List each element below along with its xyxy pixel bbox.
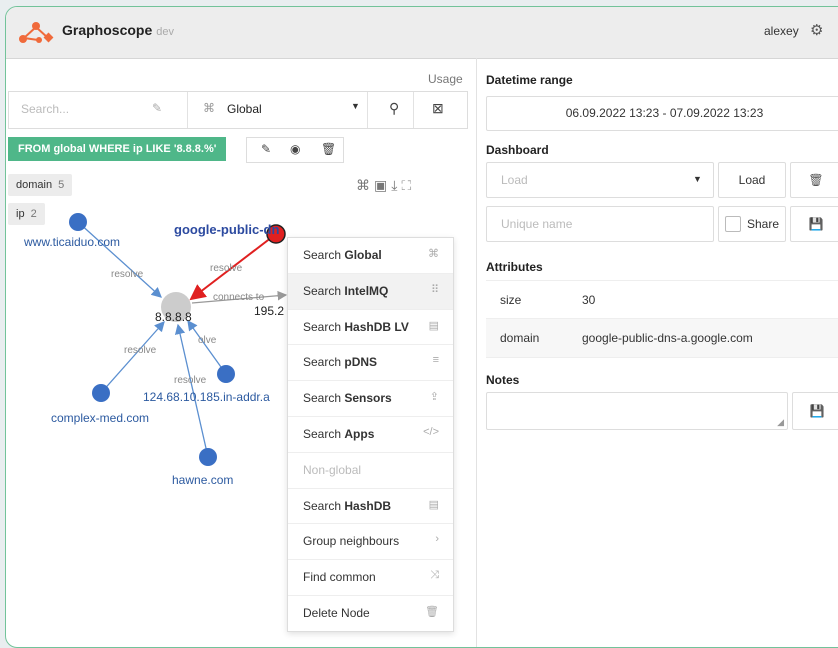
share-checkbox[interactable]	[725, 216, 741, 232]
username[interactable]: alexey	[764, 24, 799, 38]
menu-item-label: Find common	[303, 570, 376, 585]
menu-header-non-global: Non-global	[288, 453, 453, 489]
node-label: hawne.com	[172, 473, 234, 487]
menu-item-source: Sensors	[344, 391, 392, 406]
menu-item-source: Global	[344, 248, 382, 262]
save-icon[interactable]: 💾	[792, 392, 838, 430]
collapse-icon: ⌘	[428, 248, 439, 260]
menu-item-source: HashDB LV	[344, 319, 409, 334]
menu-item-label: Group neighbours	[303, 534, 400, 549]
dashboard-label: Dashboard	[486, 143, 549, 157]
menu-item-search-pdns[interactable]: Search pDNS ≡	[288, 345, 453, 382]
notes-textarea[interactable]: ◢	[486, 392, 788, 430]
dashboard-select-placeholder: Load	[501, 173, 528, 187]
trash-icon: 🗑	[425, 605, 439, 618]
save-icon[interactable]: 💾	[790, 206, 838, 242]
menu-item-source: HashDB	[344, 498, 392, 513]
menu-item-search-sensors[interactable]: Search Sensors ⇪	[288, 381, 453, 417]
menu-item-label: Search	[303, 319, 342, 334]
id-card-icon: ▤	[428, 498, 439, 511]
menu-item-source: pDNS	[344, 355, 378, 370]
notes-label: Notes	[486, 373, 520, 387]
edge-label: resolve	[111, 269, 144, 280]
edge-label: resolve	[174, 375, 207, 386]
edge-label: connects to	[213, 292, 265, 303]
dashboard-name-placeholder: Unique name	[501, 217, 573, 231]
graph-node[interactable]	[217, 365, 235, 383]
datetime-label: Datetime range	[486, 73, 573, 87]
sitemap-icon: ⠿	[430, 283, 439, 296]
menu-item-search-global[interactable]: Search Global ⌘	[288, 238, 453, 274]
attribute-value: google-public-dns-a.google.com	[582, 331, 753, 345]
id-card-icon: ▤	[428, 319, 439, 332]
shuffle-icon: ⤨	[430, 569, 439, 582]
database-icon: ≡	[432, 354, 439, 367]
menu-item-source: IntelMQ	[344, 283, 389, 298]
graph-node[interactable]	[199, 448, 217, 466]
menu-header-label: Non-global	[303, 462, 362, 477]
code-icon: </>	[423, 425, 439, 438]
context-menu: Search Global ⌘ Search IntelMQ ⠿ Search Ha…	[287, 237, 454, 632]
resize-handle-icon[interactable]: ◢	[777, 417, 784, 428]
node-label: google-public-dn	[174, 222, 280, 237]
node-label: complex-med.com	[51, 411, 150, 425]
trash-icon[interactable]: 🗑	[790, 162, 838, 198]
menu-item-find-common[interactable]: Find common ⤨	[288, 560, 453, 596]
node-label: 8.8.8.8	[155, 310, 192, 324]
edge-line	[187, 319, 227, 375]
upload-icon: ⇪	[429, 391, 439, 404]
attributes-label: Attributes	[486, 260, 543, 274]
menu-item-label: Search	[303, 248, 342, 262]
menu-item-search-intelmq[interactable]: Search IntelMQ ⠿	[288, 273, 453, 310]
graph-node[interactable]	[92, 384, 110, 402]
dashboard-select[interactable]: Load ▼	[486, 162, 714, 198]
menu-item-source: Apps	[344, 426, 375, 441]
attribute-row: size 30	[486, 280, 838, 319]
datetime-range-input[interactable]: 06.09.2022 13:23 - 07.09.2022 13:23	[486, 96, 838, 131]
attribute-key: size	[500, 293, 522, 307]
menu-item-search-hashdb[interactable]: Search HashDB ▤	[288, 489, 453, 525]
panel-divider	[476, 58, 477, 647]
edge-label: resolve	[210, 263, 243, 274]
menu-item-label: Delete Node	[303, 605, 370, 620]
gear-icon[interactable]: ⚙	[810, 21, 823, 39]
menu-item-search-hashdb-lv[interactable]: Search HashDB LV ▤	[288, 310, 453, 346]
load-button[interactable]: Load	[718, 162, 786, 198]
node-label: 195.2	[254, 304, 285, 318]
attribute-value: 30	[582, 293, 596, 307]
attribute-row: domain google-public-dns-a.google.com	[486, 318, 838, 358]
chevron-down-icon: ▼	[693, 174, 702, 184]
node-label: www.ticaiduo.com	[24, 235, 121, 249]
menu-item-group-neighbours[interactable]: Group neighbours ›	[288, 524, 453, 561]
menu-item-label: Search	[303, 283, 342, 298]
app-window: Graphoscopedev alexey ⚙ Usage ✎ ⌘ Global…	[5, 6, 838, 648]
edge-line	[100, 321, 165, 394]
edge-line	[77, 221, 162, 298]
menu-item-label: Search	[303, 498, 342, 513]
menu-item-delete-node[interactable]: Delete Node 🗑	[288, 596, 453, 631]
edge-label: resolve	[124, 345, 157, 356]
edge-label: olve	[198, 335, 217, 346]
menu-item-label: Search	[303, 426, 342, 441]
menu-item-label: Search	[303, 391, 342, 406]
menu-item-search-apps[interactable]: Search Apps </>	[288, 417, 453, 453]
chevron-right-icon: ›	[435, 533, 439, 546]
menu-item-label: Search	[303, 355, 342, 370]
share-toggle[interactable]: Share	[718, 206, 786, 242]
node-label: 124.68.10.185.in-addr.a	[143, 390, 270, 404]
share-label: Share	[747, 217, 780, 231]
dashboard-name-input[interactable]: Unique name	[486, 206, 714, 242]
attribute-key: domain	[500, 331, 540, 345]
graph-node[interactable]	[69, 213, 87, 231]
